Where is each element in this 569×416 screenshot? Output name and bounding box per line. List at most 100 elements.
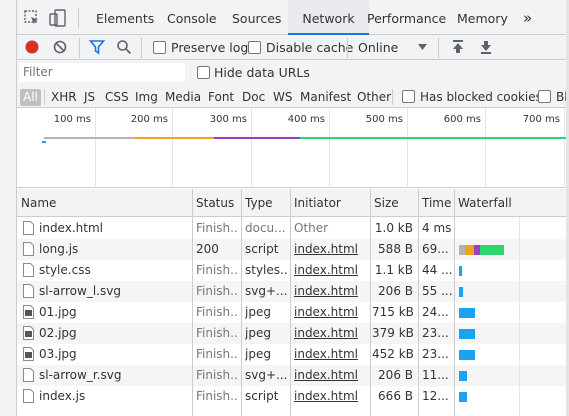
column-header-type[interactable]: Type <box>241 189 273 218</box>
type-filter-img[interactable]: Img <box>135 89 158 106</box>
search-icon[interactable] <box>116 39 132 55</box>
overview-gridline <box>95 108 96 188</box>
cell-initiator[interactable]: index.html <box>294 302 368 323</box>
cell-initiator[interactable]: index.html <box>294 344 368 365</box>
filter-bar: Filter Hide data URLs <box>17 60 566 86</box>
overview-tick-label: 700 ms <box>522 114 560 125</box>
cell-time: 23... <box>422 326 449 340</box>
column-header-name[interactable]: Name <box>17 189 56 218</box>
cell-name[interactable]: 03.jpg <box>39 344 189 365</box>
hide-data-urls-checkbox[interactable] <box>197 66 210 79</box>
document-icon <box>23 221 34 235</box>
cell-name[interactable]: index.html <box>39 218 189 239</box>
cell-size: 452 kB <box>372 347 413 361</box>
dropdown-arrow-icon <box>418 44 427 50</box>
cell-size: 666 B <box>378 389 413 403</box>
cell-name[interactable]: 02.jpg <box>39 323 189 344</box>
tab-sources[interactable]: Sources <box>232 0 281 35</box>
column-divider <box>370 189 371 416</box>
disable-cache-label: Disable cache <box>266 40 354 55</box>
type-filter-ws[interactable]: WS <box>273 89 292 106</box>
cell-size: 1.1 kB <box>374 263 413 277</box>
waterfall-bar <box>459 329 475 339</box>
waterfall-bar <box>459 371 467 381</box>
table-row[interactable]: index.html Finish... docu... Other 1.0 kB 4 m… <box>17 218 566 239</box>
table-row[interactable]: 03.jpg Finish... jpeg index.html 452 kB 23... <box>17 344 566 365</box>
cell-type: jpeg <box>245 326 271 340</box>
table-row[interactable]: sl-arrow_l.svg Finish... svg+... index.html… <box>17 281 566 302</box>
cell-size: 206 B <box>378 284 413 298</box>
waterfall-bar <box>459 350 475 360</box>
tab-network[interactable]: Network <box>288 0 369 35</box>
column-header-waterfall[interactable]: Waterfall <box>454 189 512 218</box>
cell-type: svg+... <box>245 368 288 382</box>
cell-initiator[interactable]: index.html <box>294 365 368 386</box>
disable-cache-checkbox[interactable] <box>248 41 261 54</box>
type-filter-font[interactable]: Font <box>208 89 234 106</box>
preserve-log-checkbox[interactable] <box>153 41 166 54</box>
cell-name[interactable]: long.js <box>39 239 189 260</box>
waterfall-bar <box>459 392 467 402</box>
cell-initiator[interactable]: index.html <box>294 281 368 302</box>
cell-name[interactable]: sl-arrow_l.svg <box>39 281 189 302</box>
column-header-status[interactable]: Status <box>192 189 234 218</box>
tab-performance[interactable]: Performance <box>367 0 446 35</box>
inspect-element-icon[interactable] <box>23 9 41 27</box>
type-filter-media[interactable]: Media <box>165 89 201 106</box>
cell-type: script <box>245 242 279 256</box>
cell-status: 200 <box>196 242 219 256</box>
cell-initiator[interactable]: index.html <box>294 260 368 281</box>
type-filter-manifest[interactable]: Manifest <box>300 89 351 106</box>
more-tabs-button[interactable]: » <box>523 0 532 35</box>
throttling-select[interactable]: Online <box>358 35 398 60</box>
type-filter-js[interactable]: JS <box>84 89 95 106</box>
tab-elements[interactable]: Elements <box>96 0 154 35</box>
table-row[interactable]: long.js 200 script index.html 588 B 69... <box>17 239 566 260</box>
type-filter-css[interactable]: CSS <box>105 89 129 106</box>
record-icon[interactable] <box>24 39 40 55</box>
filter-separator <box>44 89 45 105</box>
import-har-icon[interactable] <box>451 39 465 55</box>
cell-status: Finish... <box>196 326 239 340</box>
devtools-tab-bar: Elements Console Sources Network Perform… <box>17 0 566 35</box>
column-divider <box>454 189 455 416</box>
column-header-initiator[interactable]: Initiator <box>290 189 341 218</box>
type-filter-all[interactable]: All <box>20 89 41 106</box>
type-filter-xhr[interactable]: XHR <box>51 89 77 106</box>
cell-name[interactable]: 01.jpg <box>39 302 189 323</box>
table-row[interactable]: 01.jpg Finish... jpeg index.html 715 kB 24... <box>17 302 566 323</box>
cell-name[interactable]: style.css <box>39 260 189 281</box>
cell-name[interactable]: index.js <box>39 386 189 407</box>
tab-console[interactable]: Console <box>167 0 217 35</box>
cell-initiator[interactable]: index.html <box>294 239 368 260</box>
overview-gridline <box>251 108 252 188</box>
table-row[interactable]: style.css Finish... styles... index.html 1.1… <box>17 260 566 281</box>
cell-type: jpeg <box>245 305 271 319</box>
device-toolbar-icon[interactable] <box>49 9 67 27</box>
table-row[interactable]: sl-arrow_r.svg Finish... svg+... index.html… <box>17 365 566 386</box>
cell-initiator[interactable]: index.html <box>294 386 368 407</box>
column-divider <box>241 189 242 416</box>
type-filter-other[interactable]: Other <box>357 89 391 106</box>
has-blocked-cookies-checkbox[interactable] <box>402 90 415 103</box>
document-icon <box>23 284 34 298</box>
blocked-requests-checkbox[interactable] <box>538 90 551 103</box>
column-header-size[interactable]: Size <box>370 189 399 218</box>
tab-memory[interactable]: Memory <box>457 0 508 35</box>
overview-tick-label: 200 ms <box>130 114 168 125</box>
table-row[interactable]: index.js Finish... script index.html 666 B 12… <box>17 386 566 407</box>
filter-input[interactable]: Filter <box>19 63 185 82</box>
filter-icon[interactable] <box>89 39 105 55</box>
cell-type: script <box>245 389 279 403</box>
network-overview-timeline[interactable]: 100 ms 200 ms 300 ms 400 ms 500 ms 600 m… <box>17 108 566 188</box>
column-header-time[interactable]: Time <box>418 189 451 218</box>
type-filter-doc[interactable]: Doc <box>242 89 265 106</box>
clear-icon[interactable] <box>52 39 68 55</box>
cell-type: docu... <box>245 221 286 235</box>
hide-data-urls-label: Hide data URLs <box>214 65 310 80</box>
image-icon <box>23 347 34 361</box>
table-row[interactable]: 02.jpg Finish... jpeg index.html 379 kB 23... <box>17 323 566 344</box>
cell-initiator[interactable]: index.html <box>294 323 368 344</box>
cell-name[interactable]: sl-arrow_r.svg <box>39 365 189 386</box>
export-har-icon[interactable] <box>479 39 493 55</box>
